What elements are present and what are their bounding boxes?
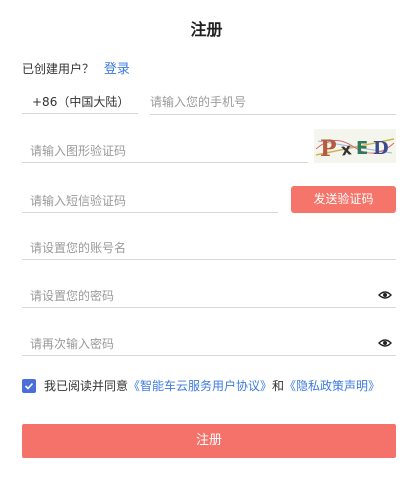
svg-text:P: P [320, 136, 337, 162]
register-button[interactable]: 注册 [22, 424, 396, 458]
phone-field[interactable] [150, 90, 396, 115]
sms-code-field[interactable] [22, 189, 278, 213]
captcha-image[interactable]: P x E D [314, 129, 396, 163]
phone-input[interactable] [150, 90, 396, 114]
svg-text:E: E [356, 138, 368, 159]
password-field[interactable] [22, 284, 396, 308]
agreement-checkbox[interactable] [22, 378, 36, 393]
captcha-field[interactable] [22, 139, 308, 163]
agreement-conjunction: 和 [272, 379, 285, 393]
password-input[interactable] [30, 284, 360, 308]
send-code-button[interactable]: 发送验证码 [291, 186, 396, 213]
svg-text:x: x [340, 139, 354, 159]
confirm-password-input[interactable] [30, 332, 360, 356]
country-code-select[interactable]: +86（中国大陆） [22, 90, 138, 114]
confirm-password-field[interactable] [22, 332, 396, 356]
account-input[interactable] [30, 236, 396, 260]
user-agreement-link[interactable]: 《智能车云服务用户协议》 [128, 377, 272, 394]
svg-text:D: D [373, 138, 389, 159]
login-prompt: 已创建用户？ 登录 [22, 58, 130, 77]
privacy-policy-link[interactable]: 《隐私政策声明》 [284, 377, 380, 394]
captcha-graphic: P x E D [315, 136, 395, 162]
account-field[interactable] [22, 236, 396, 260]
agreement-row: 我已阅读并同意 《智能车云服务用户协议》 和 《隐私政策声明》 [22, 377, 380, 394]
captcha-input[interactable] [30, 139, 308, 163]
agreement-text: 我已阅读并同意 [44, 379, 129, 393]
page-title: 注册 [190, 20, 223, 39]
eye-icon[interactable] [378, 290, 392, 300]
sms-code-input[interactable] [30, 189, 278, 213]
login-prompt-text: 已创建用户？ [22, 62, 95, 76]
check-icon [24, 382, 34, 390]
eye-icon[interactable] [378, 338, 392, 348]
login-link[interactable]: 登录 [104, 62, 130, 77]
